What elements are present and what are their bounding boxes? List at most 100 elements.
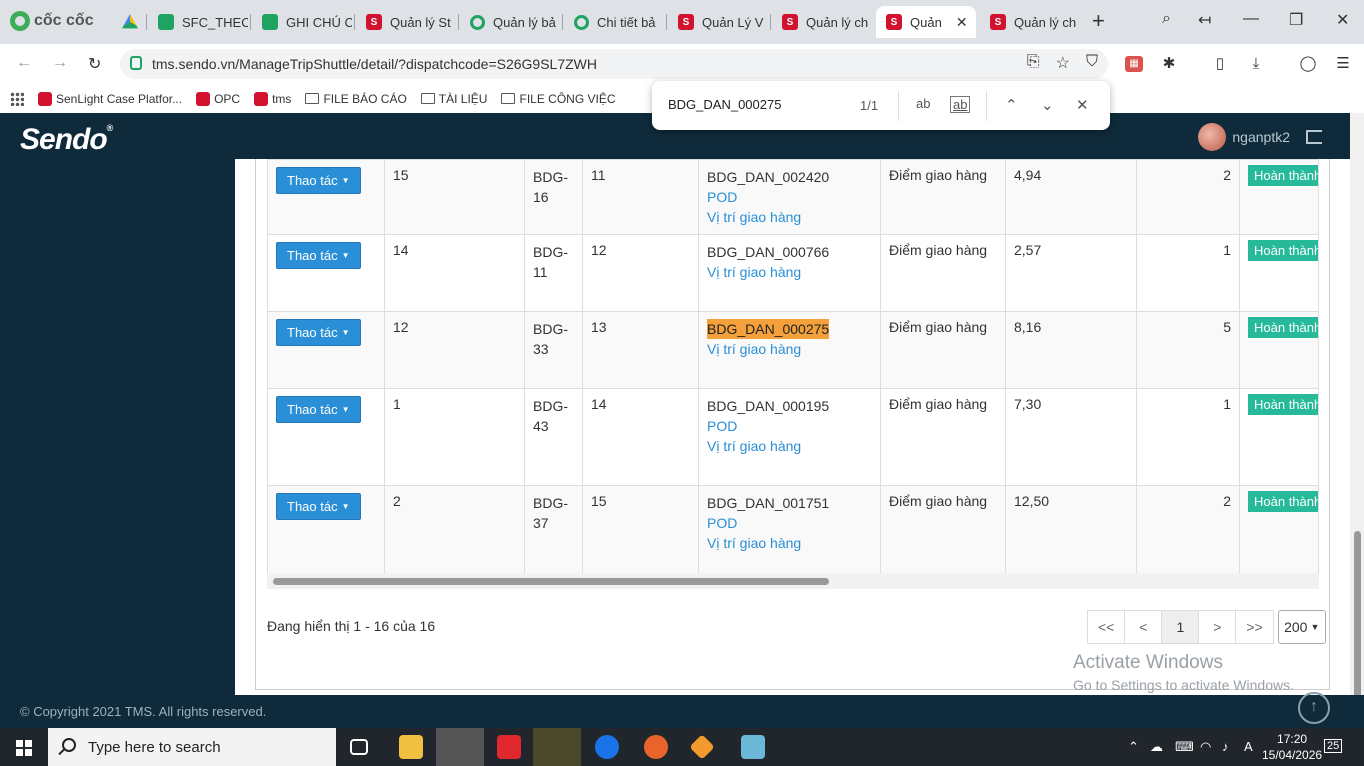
pod-link[interactable]: POD [707, 513, 872, 533]
action-dropdown-button[interactable]: Thao tác ▼ [276, 242, 361, 269]
bookmark-folder[interactable]: FILE BÁO CÁO [305, 92, 407, 106]
pod-link[interactable]: POD [707, 416, 872, 436]
page-size-select[interactable]: 200 ▼ [1277, 610, 1326, 644]
volume-icon[interactable]: ♪ [1222, 739, 1229, 754]
minimize-icon[interactable]: — [1243, 10, 1259, 28]
prev-page-button[interactable]: < [1124, 610, 1163, 644]
url-text: tms.sendo.vn/ManageTripShuttle/detail/?d… [152, 56, 598, 72]
location-link[interactable]: Vị trí giao hàng [707, 262, 872, 282]
scrollbar-thumb[interactable] [1354, 531, 1361, 706]
sendo-logo[interactable]: Sendo® [20, 123, 113, 157]
coccoc-logo[interactable]: cốc cốc [10, 9, 94, 33]
match-case-button[interactable]: ab [916, 96, 930, 111]
vertical-scrollbar[interactable] [1350, 113, 1364, 710]
app-icon[interactable] [741, 735, 765, 759]
bookmark-item[interactable]: tms [254, 91, 291, 106]
download-icon[interactable]: ⤓ [1247, 56, 1265, 72]
back-icon[interactable]: ← [16, 54, 32, 72]
action-dropdown-button[interactable]: Thao tác ▼ [276, 319, 361, 346]
system-clock[interactable]: 17:20 15/04/2026 [1262, 731, 1322, 763]
close-tab-icon[interactable]: ✕ [956, 14, 968, 31]
next-page-button[interactable]: > [1198, 610, 1237, 644]
tab-8-active[interactable]: S Quản ✕ [876, 6, 976, 38]
address-bar[interactable]: tms.sendo.vn/ManageTripShuttle/detail/?d… [120, 49, 1108, 79]
action-dropdown-button[interactable]: Thao tác ▼ [276, 493, 361, 520]
reload-icon[interactable]: ↻ [88, 54, 101, 74]
app-icon[interactable] [644, 735, 668, 759]
wps-icon[interactable] [497, 735, 521, 759]
sendo-icon [254, 91, 269, 106]
wifi-icon[interactable]: ◠ [1200, 739, 1211, 755]
page-size-value: 200 [1284, 619, 1308, 635]
user-menu[interactable]: nganptk2 [1198, 123, 1290, 151]
tab-2[interactable]: GHI CHÚ C [252, 6, 352, 38]
clock-time: 17:20 [1277, 732, 1308, 746]
pod-link[interactable]: POD [707, 187, 872, 207]
extension-icon[interactable]: ▦ [1125, 56, 1143, 72]
bookmark-folder[interactable]: TÀI LIỆU [420, 92, 487, 106]
tab-label: GHI CHÚ C [286, 14, 352, 30]
file-explorer-icon[interactable] [399, 735, 423, 759]
location-link[interactable]: Vị trí giao hàng [707, 207, 872, 227]
bookmark-item[interactable]: SenLight Case Platfor... [38, 91, 182, 106]
action-dropdown-button[interactable]: Thao tác ▼ [276, 167, 361, 194]
ime-icon[interactable]: A [1244, 739, 1253, 754]
page-button[interactable]: 1 [1161, 610, 1200, 644]
action-dropdown-button[interactable]: Thao tác ▼ [276, 396, 361, 423]
find-next-icon[interactable]: ⌄ [1041, 96, 1054, 114]
main-content: Thao tác ▼ 15 BDG- 16 11 BDG_DAN_002420 POD Vị … [235, 159, 1350, 695]
location-link[interactable]: Vị trí giao hàng [707, 533, 872, 553]
first-page-button[interactable]: << [1087, 610, 1126, 644]
star-icon[interactable]: ☆ [1056, 53, 1070, 73]
close-window-icon[interactable]: ✕ [1336, 10, 1349, 30]
find-close-icon[interactable]: ✕ [1076, 96, 1089, 114]
back-history-icon[interactable]: ↤ [1198, 10, 1211, 30]
find-in-page-icon[interactable]: ⎘ [1027, 53, 1040, 73]
horizontal-scrollbar[interactable] [267, 573, 1319, 589]
sendo-icon [38, 91, 52, 106]
new-tab-icon[interactable]: + [1092, 10, 1105, 32]
status-cell: Hoàn thành [1239, 311, 1318, 389]
app-icon[interactable] [689, 734, 715, 760]
keyboard-icon[interactable]: ⌨ [1175, 739, 1194, 755]
find-input[interactable]: BDG_DAN_000275 [668, 97, 781, 112]
zalo-icon[interactable] [595, 735, 619, 759]
tab-9[interactable]: S Quản lý ch [980, 6, 1080, 38]
find-prev-icon[interactable]: ⌃ [1005, 96, 1018, 114]
tab-1[interactable]: SFC_THEO [148, 6, 248, 38]
notifications-icon[interactable]: 25 [1324, 739, 1343, 753]
tab-6[interactable]: S Quản Lý V [668, 6, 768, 38]
task-view-icon[interactable] [350, 739, 368, 755]
whole-word-button[interactable]: ab [950, 96, 971, 113]
tab-4[interactable]: Quản lý bả [460, 6, 560, 38]
sticky-notes-icon[interactable] [533, 728, 581, 766]
forward-icon[interactable]: → [52, 54, 68, 72]
tray-expand-icon[interactable]: ⌃ [1128, 739, 1139, 755]
windows-taskbar: Type here to search ⌃ ☁ ⌨ ◠ ♪ A 17:20 15… [0, 728, 1364, 766]
bookmark-item[interactable]: OPC [196, 91, 240, 106]
scroll-to-top-icon[interactable]: ↑ [1298, 692, 1330, 724]
location-link[interactable]: Vị trí giao hàng [707, 436, 872, 456]
taskbar-search[interactable]: Type here to search [48, 728, 336, 766]
tab-label: Quản lý St [390, 14, 451, 30]
logout-icon[interactable] [1306, 130, 1322, 144]
last-page-button[interactable]: >> [1235, 610, 1274, 644]
restore-icon[interactable]: ❐ [1289, 10, 1303, 30]
profile-icon[interactable]: ◯ [1299, 56, 1317, 72]
cloud-icon[interactable]: ☁ [1150, 739, 1163, 755]
tab-7[interactable]: S Quản lý ch [772, 6, 872, 38]
apps-icon[interactable] [10, 91, 24, 106]
tab-3[interactable]: S Quản lý St [356, 6, 456, 38]
tab-0[interactable] [112, 6, 146, 38]
location-link[interactable]: Vị trí giao hàng [707, 339, 872, 359]
shield-icon[interactable]: ⛉ [1086, 53, 1098, 73]
bookmark-folder[interactable]: FILE CÔNG VIỆC [501, 92, 616, 106]
scrollbar-thumb[interactable] [273, 578, 829, 585]
puzzle-icon[interactable]: ✱ [1160, 56, 1178, 72]
menu-icon[interactable]: ☰ [1334, 56, 1352, 72]
search-tabs-icon[interactable]: ⌕ [1162, 10, 1171, 28]
tab-5[interactable]: Chi tiết bả [564, 6, 664, 38]
coccoc-taskbar-icon[interactable] [436, 728, 484, 766]
windows-start-icon[interactable] [16, 740, 32, 756]
sidebar-toggle-icon[interactable]: ▯ [1211, 56, 1229, 72]
